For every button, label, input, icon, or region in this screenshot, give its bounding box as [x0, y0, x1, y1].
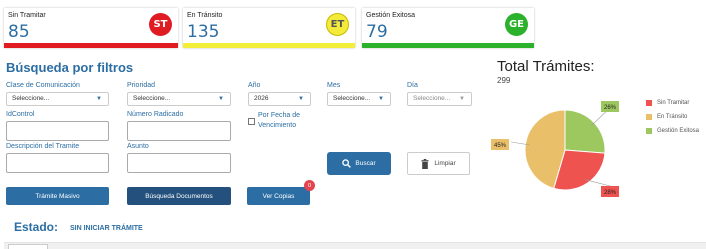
descripcion-input[interactable]	[6, 153, 109, 173]
anio-label: Año	[248, 82, 261, 89]
idcontrol-input[interactable]	[6, 121, 109, 141]
asunto-input[interactable]	[127, 153, 231, 173]
buscar-button[interactable]: Buscar	[327, 152, 391, 175]
slice-label: 45%	[494, 143, 507, 149]
limpiar-button[interactable]: Limpiar	[407, 152, 470, 175]
tramite-masivo-label: Trámite Masivo	[35, 192, 80, 200]
ge-badge-icon: GE	[505, 13, 528, 36]
radicado-input[interactable]	[127, 121, 231, 141]
slice-leader-line	[591, 102, 616, 126]
mes-value: Seleccione...	[333, 95, 371, 102]
st-badge-icon: ST	[149, 13, 172, 36]
slice-label-box	[601, 101, 619, 112]
mes-label: Mes	[327, 82, 341, 89]
legend-label: En Tránsito	[657, 114, 688, 120]
slice-leader-line	[510, 141, 530, 146]
clase-label: Clase de Comunicación	[6, 82, 80, 89]
slice-label: 28%	[604, 190, 617, 196]
chevron-down-icon: ▼	[298, 96, 304, 102]
busqueda-documentos-label: Búsqueda Documentos	[145, 192, 213, 200]
chevron-down-icon: ▼	[378, 96, 384, 102]
slice-label-box	[601, 186, 619, 197]
slice-en-transito	[524, 109, 566, 190]
dia-label: Día	[407, 82, 418, 89]
chevron-down-icon: ▼	[96, 96, 102, 102]
limpiar-label: Limpiar	[434, 160, 456, 167]
card-gestion-exitosa[interactable]: Gestión Exitosa 79 GE	[362, 8, 534, 48]
fecha-vencimiento-checkbox[interactable]	[248, 118, 255, 125]
legend-swatch	[646, 128, 652, 134]
card-count: 85	[8, 22, 30, 42]
legend-item-gestion-exitosa: Gestión Exitosa	[646, 128, 699, 134]
buscar-label: Buscar	[355, 160, 376, 167]
clase-value: Seleccione...	[12, 95, 50, 102]
asunto-label: Asunto	[127, 143, 149, 150]
legend-swatch	[646, 114, 652, 120]
prioridad-label: Prioridad	[127, 82, 156, 89]
ver-copias-button[interactable]: Ver Copias	[247, 187, 310, 205]
idcontrol-label: IdControl	[6, 111, 35, 118]
busqueda-documentos-button[interactable]: Búsqueda Documentos	[127, 187, 231, 205]
anio-select[interactable]: 2026 ▼	[248, 92, 311, 106]
results-panel-header	[4, 242, 706, 249]
slice-gestion-exitosa	[564, 109, 606, 154]
prioridad-value: Seleccione...	[133, 95, 171, 102]
legend-swatch	[646, 100, 652, 106]
ver-copias-label: Ver Copias	[262, 192, 295, 200]
et-badge-icon: ET	[326, 13, 349, 36]
tramite-masivo-button[interactable]: Trámite Masivo	[6, 187, 109, 205]
descripcion-label: Descripción del Tramite	[6, 143, 80, 150]
card-label: Sin Tramitar	[8, 12, 46, 19]
anio-value: 2026	[254, 95, 269, 102]
estado-value: SIN INICIAR TRÁMITE	[70, 225, 143, 232]
search-title: Búsqueda por filtros	[6, 60, 134, 75]
chart-title: Total Trámites:	[497, 58, 595, 75]
legend-item-en-transito: En Tránsito	[646, 114, 687, 120]
trash-icon	[421, 158, 429, 169]
dia-select[interactable]: Seleccione... ▼	[407, 92, 472, 106]
legend-label: Sin Tramitar	[657, 100, 690, 106]
slice-label-box	[491, 139, 509, 150]
card-sin-tramitar[interactable]: Sin Tramitar 85 ST	[4, 8, 178, 48]
chart-subtitle: 299	[497, 76, 511, 85]
copias-count-badge: 0	[304, 180, 315, 191]
mes-select[interactable]: Seleccione... ▼	[327, 92, 391, 106]
card-count: 79	[366, 22, 388, 42]
card-label: En Tránsito	[187, 12, 223, 19]
radicado-label: Número Radicado	[127, 111, 184, 118]
prioridad-select[interactable]: Seleccione... ▼	[127, 92, 231, 106]
slice-sin-tramitar	[553, 149, 606, 191]
legend-label: Gestión Exitosa	[657, 128, 700, 134]
results-tab[interactable]	[8, 244, 48, 249]
search-icon	[342, 159, 352, 168]
estado-label: Estado:	[14, 220, 59, 234]
fecha-vencimiento-label: Por Fecha de Vencimiento	[258, 112, 301, 130]
dia-value: Seleccione...	[413, 95, 451, 102]
chevron-down-icon: ▼	[459, 96, 465, 102]
slice-label: 26%	[604, 105, 617, 111]
card-label: Gestión Exitosa	[366, 12, 416, 19]
card-en-transito[interactable]: En Tránsito 135 ET	[183, 8, 355, 48]
legend-item-sin-tramitar: Sin Tramitar	[646, 100, 689, 106]
slice-leader-line	[585, 179, 615, 188]
card-count: 135	[187, 22, 220, 42]
clase-select[interactable]: Seleccione... ▼	[6, 92, 109, 106]
chevron-down-icon: ▼	[218, 96, 224, 102]
